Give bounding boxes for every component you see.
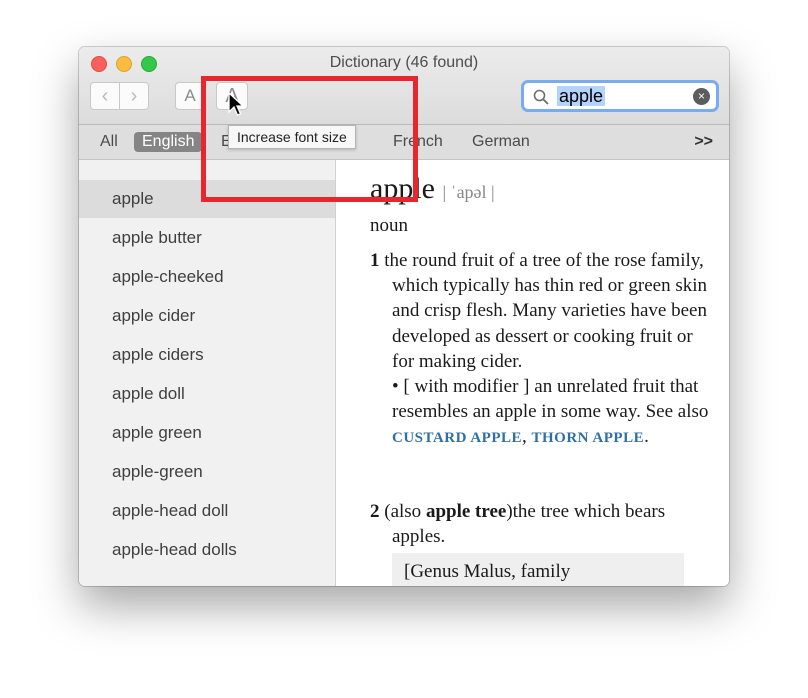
sense-2: 2 (also apple tree)the tree which bears … xyxy=(370,499,710,549)
list-item[interactable]: apple doll xyxy=(79,375,335,413)
sense-text: the round fruit of a tree of the rose fa… xyxy=(384,250,708,372)
part-of-speech: noun xyxy=(370,215,408,236)
list-item[interactable]: apple-cheeked xyxy=(79,258,335,296)
back-button[interactable]: ‹ xyxy=(90,82,120,110)
sense-2-bold: apple tree xyxy=(425,501,507,522)
sense-2-pre: (also xyxy=(384,501,422,522)
tab-german[interactable]: German xyxy=(472,132,530,152)
sense-number: 1 xyxy=(370,250,380,271)
annotation-highlight-box xyxy=(201,76,418,202)
subsense-text: • [ with modifier ] an unrelated fruit t… xyxy=(392,376,709,423)
tab-all[interactable]: All xyxy=(100,132,118,152)
genus-note: [Genus Malus, family xyxy=(392,553,684,586)
window-title: Dictionary (46 found) xyxy=(329,54,479,71)
list-item[interactable]: apple cider xyxy=(79,297,335,335)
xref-end: . xyxy=(644,426,649,448)
list-item[interactable]: apple butter xyxy=(79,219,335,257)
search-input-value[interactable]: apple xyxy=(557,86,606,106)
xref-link-custard-apple[interactable]: CUSTARD APPLE xyxy=(392,430,522,446)
sense-1-subsense: • [ with modifier ] an unrelated fruit t… xyxy=(370,374,710,452)
definition-pane: apple | ˈapəl | noun 1 the round fruit o… xyxy=(336,160,729,586)
sense-number: 2 xyxy=(370,501,380,522)
more-tabs-button[interactable]: >> xyxy=(694,133,713,151)
sense-1: 1 the round fruit of a tree of the rose … xyxy=(370,248,710,452)
list-item[interactable]: apple-head dolls xyxy=(79,531,335,569)
search-icon xyxy=(533,89,549,105)
list-item[interactable]: apple-green xyxy=(79,453,335,491)
list-item[interactable]: apple green xyxy=(79,414,335,452)
sense-1-definition: 1 the round fruit of a tree of the rose … xyxy=(370,248,710,374)
list-item[interactable]: apple-head doll xyxy=(79,492,335,530)
results-list[interactable]: apple apple butter apple-cheeked apple c… xyxy=(79,160,336,586)
pronunciation: | ˈapəl | xyxy=(442,182,495,202)
tab-english[interactable]: English xyxy=(134,132,203,152)
xref-link-thorn-apple[interactable]: THORN APPLE xyxy=(532,430,645,446)
clear-search-icon[interactable]: × xyxy=(693,88,710,105)
xref-separator: , xyxy=(522,426,527,448)
forward-button[interactable]: › xyxy=(119,82,149,110)
list-item[interactable]: apple ciders xyxy=(79,336,335,374)
search-field[interactable]: apple × xyxy=(521,80,719,112)
sense-2-definition: 2 (also apple tree)the tree which bears … xyxy=(370,499,710,549)
